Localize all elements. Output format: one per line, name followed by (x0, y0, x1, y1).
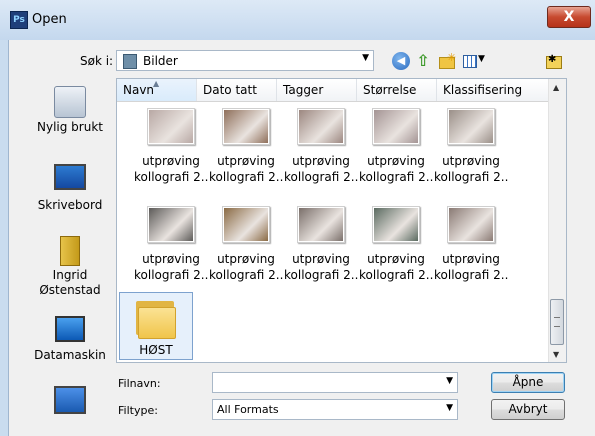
desktop-icon (54, 164, 86, 190)
place-network[interactable] (28, 382, 112, 416)
column-name[interactable]: ▲ Navn (117, 79, 197, 101)
file-item[interactable]: utprøving kollografi 2... (359, 108, 433, 185)
photo-thumbnail (297, 206, 345, 243)
filetype-label: Filtype: (118, 404, 158, 417)
photo-thumbnail (222, 108, 270, 145)
photo-thumbnail (297, 108, 345, 145)
close-button[interactable]: X (547, 6, 591, 28)
recent-places-icon (54, 86, 86, 118)
chevron-down-icon[interactable]: ▼ (446, 376, 453, 386)
file-item[interactable]: utprøving kollografi 2... (209, 108, 283, 185)
folder-label: HØST (139, 343, 173, 357)
look-in-value: Bilder (143, 54, 178, 68)
place-label: Ingrid Østenstad (39, 268, 101, 297)
file-name-line1: utprøving (217, 252, 275, 266)
file-name-line2: kollografi 2... (359, 170, 433, 184)
filetype-select[interactable]: All Formats ▼ (212, 399, 458, 420)
file-name-line1: utprøving (367, 252, 425, 266)
photo-thumbnail (222, 206, 270, 243)
scroll-thumb[interactable] (550, 299, 564, 345)
folder-icon (136, 297, 176, 339)
file-name-line2: kollografi 2... (134, 268, 208, 282)
sort-up-icon: ▲ (153, 79, 160, 88)
file-item[interactable]: utprøving kollografi 2... (359, 206, 433, 283)
place-label: Datamaskin (34, 348, 106, 362)
file-name-line2: kollografi 2... (434, 268, 508, 282)
place-label: Nylig brukt (37, 120, 103, 134)
file-name-line2: kollografi 2... (134, 170, 208, 184)
place-recent[interactable]: Nylig brukt (28, 86, 112, 134)
place-desktop[interactable]: Skrivebord (28, 160, 112, 212)
file-name-line2: kollografi 2... (359, 268, 433, 282)
open-button[interactable]: Åpne (491, 372, 565, 393)
vertical-scrollbar[interactable]: ▲ ▼ (548, 79, 566, 362)
user-folder-icon (60, 236, 80, 266)
file-name-line2: kollografi 2... (209, 170, 283, 184)
cancel-button[interactable]: Avbryt (491, 399, 565, 420)
file-item[interactable]: utprøving kollografi 2... (134, 206, 208, 283)
look-in-label: Søk i: (80, 54, 114, 68)
photo-thumbnail (372, 108, 420, 145)
file-item[interactable]: utprøving kollografi 2... (134, 108, 208, 185)
file-item[interactable]: utprøving kollografi 2... (284, 108, 358, 185)
views-menu-icon[interactable]: ▼ (461, 52, 487, 70)
photo-thumbnail (372, 206, 420, 243)
desktop-shortcut-icon[interactable]: ✱ (545, 52, 563, 70)
file-name-line2: kollografi 2... (209, 268, 283, 282)
file-item[interactable]: utprøving kollografi 2... (209, 206, 283, 283)
chevron-down-icon[interactable]: ▼ (446, 403, 453, 413)
network-icon (54, 386, 86, 414)
computer-icon (55, 316, 85, 342)
photo-thumbnail (147, 206, 195, 243)
file-item[interactable]: utprøving kollografi 2... (434, 108, 508, 185)
folder-item-host[interactable]: HØST (119, 292, 193, 360)
photo-thumbnail (447, 108, 495, 145)
file-name-line2: kollografi 2... (434, 170, 508, 184)
column-header: ▲ Navn Dato tatt Tagger Størrelse Klassi… (117, 79, 550, 102)
file-name-line1: utprøving (142, 252, 200, 266)
file-item[interactable]: utprøving kollografi 2... (284, 206, 358, 283)
pictures-folder-icon (123, 54, 137, 69)
places-bar: Nylig brukt Skrivebord Ingrid Østenstad … (28, 76, 112, 428)
file-item[interactable]: utprøving kollografi 2... (434, 206, 508, 283)
file-name-line2: kollografi 2... (284, 170, 358, 184)
window-title: Open (32, 12, 67, 27)
filetype-value: All Formats (217, 403, 279, 416)
chevron-down-icon[interactable]: ▼ (362, 53, 369, 63)
photoshop-icon: Ps (10, 11, 28, 29)
place-computer[interactable]: Datamaskin (28, 312, 112, 362)
place-label: Skrivebord (37, 198, 103, 212)
title-bar: Ps Open X (0, 0, 595, 40)
column-tags[interactable]: Tagger (277, 79, 357, 101)
filename-label: Filnavn: (118, 377, 161, 390)
column-size[interactable]: Størrelse (357, 79, 437, 101)
up-folder-icon[interactable]: ⇧ (414, 52, 432, 70)
file-name-line2: kollografi 2... (284, 268, 358, 282)
photo-thumbnail (147, 108, 195, 145)
file-name-line1: utprøving (217, 154, 275, 168)
back-icon[interactable]: ◀ (392, 52, 410, 70)
column-date-taken[interactable]: Dato tatt (197, 79, 277, 101)
look-in-combo[interactable]: Bilder ▼ (116, 50, 374, 71)
new-folder-icon[interactable]: ✳ (437, 51, 456, 70)
file-name-line1: utprøving (442, 154, 500, 168)
place-user[interactable]: Ingrid Østenstad (28, 236, 112, 298)
file-name-line1: utprøving (292, 252, 350, 266)
scroll-down-icon[interactable]: ▼ (553, 350, 559, 359)
file-name-line1: utprøving (292, 154, 350, 168)
file-name-line1: utprøving (442, 252, 500, 266)
photo-thumbnail (447, 206, 495, 243)
filename-field[interactable]: ▼ (212, 372, 458, 393)
scroll-up-icon[interactable]: ▲ (553, 83, 559, 92)
file-name-line1: utprøving (142, 154, 200, 168)
file-name-line1: utprøving (367, 154, 425, 168)
column-rating[interactable]: Klassifisering (437, 79, 550, 101)
